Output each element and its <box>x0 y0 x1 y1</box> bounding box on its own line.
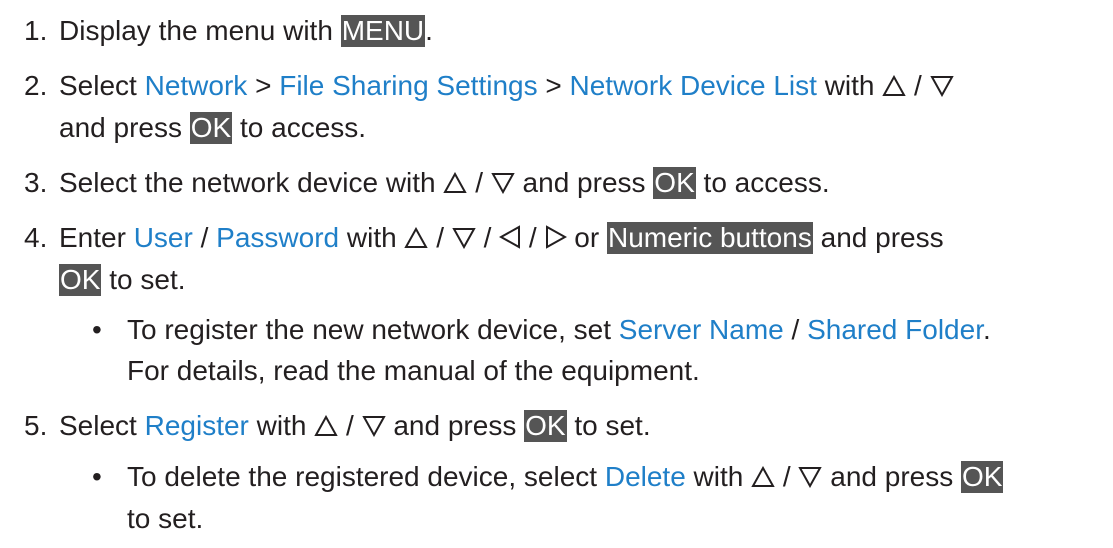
menu-item-network: Network <box>144 70 248 101</box>
text: Display the menu with <box>59 15 341 46</box>
text: or <box>566 222 607 253</box>
text: to access. <box>232 112 367 143</box>
menu-item-shared-folder: Shared Folder <box>807 314 983 345</box>
text: Select <box>59 410 145 441</box>
text: / <box>192 222 217 253</box>
text: . <box>982 314 991 345</box>
down-triangle-icon <box>798 467 823 488</box>
up-triangle-icon <box>314 415 338 436</box>
menu-item-register: Register <box>144 410 249 441</box>
ok-button-label: OK <box>653 167 696 199</box>
text: / <box>338 410 362 441</box>
text: to set. <box>101 264 186 295</box>
text: > <box>247 70 280 101</box>
note-text: To delete the registered device, select … <box>127 459 1004 495</box>
step-text: OK to set. <box>59 262 186 298</box>
left-triangle-icon <box>499 225 521 249</box>
text: Enter <box>59 222 134 253</box>
bullet: • <box>92 461 102 492</box>
down-triangle-icon <box>491 173 515 194</box>
step-text: Enter User / Password with / / / or Nume… <box>59 220 944 256</box>
up-triangle-icon <box>882 75 906 96</box>
text: Select <box>59 70 145 101</box>
right-triangle-icon <box>545 225 567 249</box>
text: To delete the registered device, select <box>127 461 605 492</box>
ok-button-label: OK <box>59 264 102 296</box>
text: with <box>685 461 752 492</box>
down-triangle-icon <box>361 416 386 437</box>
step-text: Select Register with / and press OK to s… <box>59 408 651 444</box>
step-text: and press OK to access. <box>59 110 366 146</box>
ok-button-label: OK <box>961 461 1004 493</box>
step-number: 5. <box>24 410 48 441</box>
ok-button-label: OK <box>189 112 233 144</box>
text: / <box>783 314 808 345</box>
text: with <box>816 70 883 101</box>
text: / <box>775 461 799 492</box>
note-text: to set. <box>127 503 204 534</box>
menu-item-delete: Delete <box>604 461 686 492</box>
text: and press <box>59 112 190 143</box>
text: and press <box>812 222 944 253</box>
menu-item-user: User <box>133 222 193 253</box>
note-text: To register the new network device, set … <box>127 312 991 348</box>
menu-item-password: Password <box>216 222 340 253</box>
text: > <box>537 70 570 101</box>
menu-button-label: MENU <box>340 15 426 47</box>
menu-item-server-name: Server Name <box>618 314 784 345</box>
step-text: Display the menu with MENU. <box>59 13 433 49</box>
step-number: 3. <box>24 167 48 198</box>
text: with <box>248 410 315 441</box>
text: and press <box>385 410 525 441</box>
text: to set. <box>566 410 651 441</box>
text: / <box>521 222 545 253</box>
text: / <box>428 222 452 253</box>
text: / <box>467 167 491 198</box>
step-number: 2. <box>24 70 48 101</box>
down-triangle-icon <box>452 228 476 249</box>
text: / <box>475 222 500 253</box>
text: . <box>425 15 433 46</box>
text: Select the network device with <box>59 167 444 198</box>
bullet: • <box>92 314 102 345</box>
text: / <box>906 70 930 101</box>
step-number: 1. <box>24 15 48 46</box>
menu-item-file-sharing-settings: File Sharing Settings <box>279 70 538 101</box>
step-text: Select the network device with / and pre… <box>59 165 830 201</box>
text: with <box>339 222 405 253</box>
text: To register the new network device, set <box>127 314 619 345</box>
instruction-page: 1. Display the menu with MENU. 2. Select… <box>0 0 1113 548</box>
down-triangle-icon <box>929 76 954 97</box>
ok-button-label: OK <box>524 410 567 442</box>
numeric-buttons-label: Numeric buttons <box>606 222 813 254</box>
up-triangle-icon <box>751 466 775 487</box>
text: to access. <box>695 167 830 198</box>
text: and press <box>822 461 962 492</box>
note-text: For details, read the manual of the equi… <box>127 355 700 386</box>
up-triangle-icon <box>443 172 468 193</box>
step-text: Select Network > File Sharing Settings >… <box>59 68 954 104</box>
text: and press <box>514 167 654 198</box>
menu-item-network-device-list: Network Device List <box>569 70 817 101</box>
step-number: 4. <box>24 222 48 253</box>
up-triangle-icon <box>404 227 429 248</box>
